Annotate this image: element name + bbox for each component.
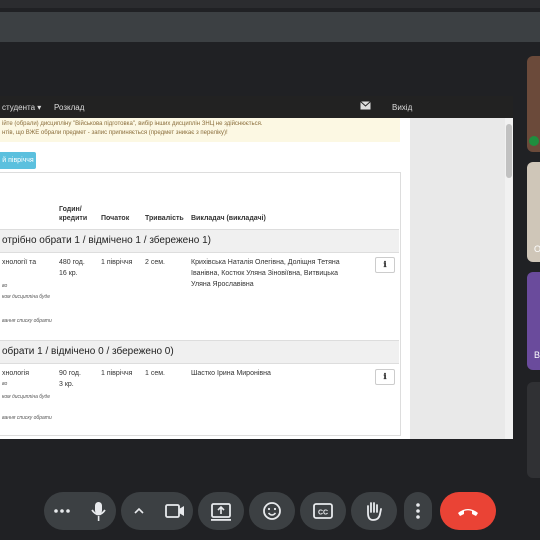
mic-icon[interactable] xyxy=(82,492,116,530)
group-title: отрібно обрати 1 / відмічено 1 / збереже… xyxy=(2,235,211,246)
header-duration: Тривалість xyxy=(145,215,184,222)
info-icon: ℹ xyxy=(383,260,387,269)
discipline-name: хнології та xyxy=(2,259,37,266)
teacher-cell: Іванівна, Костюк Уляна Зіновіївна, Витви… xyxy=(191,270,339,277)
credits-cell: 16 кр. xyxy=(59,270,78,277)
camera-group xyxy=(121,492,193,530)
active-speaker-indicator xyxy=(529,136,539,146)
site-navbar: студента ▾ Розклад Вихід xyxy=(0,96,513,118)
discipline-name-extra: во xyxy=(2,283,8,289)
participant-tile[interactable]: О xyxy=(527,162,540,262)
teacher-cell: Крихівська Наталія Олегівна, Доліщня Тет… xyxy=(191,259,340,266)
present-icon xyxy=(211,503,231,521)
participant-tile[interactable] xyxy=(527,56,540,152)
present-button[interactable] xyxy=(198,492,244,530)
teacher-cell: Уляна Ярославівна xyxy=(191,281,254,288)
nav-logout[interactable]: Вихід xyxy=(392,103,412,112)
discipline-note: вання списку обрати xyxy=(2,415,52,421)
teacher-cell: Шастко Ірина Миронівна xyxy=(191,370,271,377)
hours-cell: 480 год. xyxy=(59,259,85,266)
browser-address-bar[interactable] xyxy=(0,12,540,42)
more-icon[interactable] xyxy=(44,492,80,530)
participant-tile[interactable] xyxy=(527,382,540,478)
more-vert-icon xyxy=(416,503,420,519)
discipline-name: хнологія xyxy=(2,370,30,377)
raise-hand-icon xyxy=(367,502,382,521)
emoji-button[interactable] xyxy=(249,492,295,530)
header-teacher: Викладач (викладачі) xyxy=(191,215,266,222)
discipline-note: вання списку обрати xyxy=(2,318,52,324)
hangup-button[interactable] xyxy=(440,492,496,530)
warning-alert: ійте (обрали) дисципліну "Військова підг… xyxy=(0,118,400,142)
alert-line-2: нтів, що ВЖЕ обрали предмет - запис прип… xyxy=(2,130,228,136)
chevron-up-icon[interactable] xyxy=(121,492,157,530)
hangup-icon xyxy=(458,509,478,516)
captions-icon: CC xyxy=(313,503,333,519)
header-start: Початок xyxy=(101,215,130,222)
duration-cell: 1 сем. xyxy=(145,370,165,377)
duration-cell: 2 сем. xyxy=(145,259,165,266)
discipline-name-extra: во xyxy=(2,381,8,387)
page-side-area xyxy=(410,118,505,439)
nav-schedule[interactable]: Розклад xyxy=(54,103,84,112)
nav-student-menu[interactable]: студента ▾ xyxy=(2,103,41,112)
start-cell: 1 півріччя xyxy=(101,259,133,266)
camera-icon[interactable] xyxy=(157,492,193,530)
info-icon: ℹ xyxy=(383,372,387,381)
participant-tile[interactable]: В xyxy=(527,272,540,370)
info-button[interactable]: ℹ xyxy=(375,257,395,273)
hours-cell: 90 год. xyxy=(59,370,81,377)
group-title: обрати 1 / відмічено 0 / збережено 0) xyxy=(2,346,174,357)
svg-text:CC: CC xyxy=(318,510,328,517)
discipline-note: ком дисципліна буде xyxy=(2,394,50,400)
participant-initial: В xyxy=(534,350,540,360)
window-top-strip xyxy=(0,0,540,8)
disciplines-panel: Годин/ кредити Початок Тривалість Виклад… xyxy=(0,172,401,436)
semester-button[interactable]: й півріччя xyxy=(0,152,36,169)
alert-line-1: ійте (обрали) дисципліну "Військова підг… xyxy=(2,121,263,127)
more-options-group xyxy=(44,492,116,530)
discipline-note: ком дисципліна буде xyxy=(2,294,50,300)
emoji-icon xyxy=(263,502,281,520)
info-button[interactable]: ℹ xyxy=(375,369,395,385)
credits-cell: 3 кр. xyxy=(59,381,74,388)
more-vert-button[interactable] xyxy=(404,492,432,530)
mail-icon[interactable] xyxy=(360,101,371,112)
scrollbar[interactable] xyxy=(505,118,513,439)
start-cell: 1 півріччя xyxy=(101,370,133,377)
group-header-2: обрати 1 / відмічено 0 / збережено 0) xyxy=(0,340,399,364)
participant-initial: О xyxy=(534,244,540,254)
scrollbar-thumb[interactable] xyxy=(506,124,512,178)
captions-button[interactable]: CC xyxy=(300,492,346,530)
raise-hand-button[interactable] xyxy=(351,492,397,530)
header-hours: Годин/ кредити xyxy=(59,206,88,222)
shared-screen: студента ▾ Розклад Вихід ійте (обрали) д… xyxy=(0,96,513,439)
group-header-1: отрібно обрати 1 / відмічено 1 / збереже… xyxy=(0,229,399,253)
